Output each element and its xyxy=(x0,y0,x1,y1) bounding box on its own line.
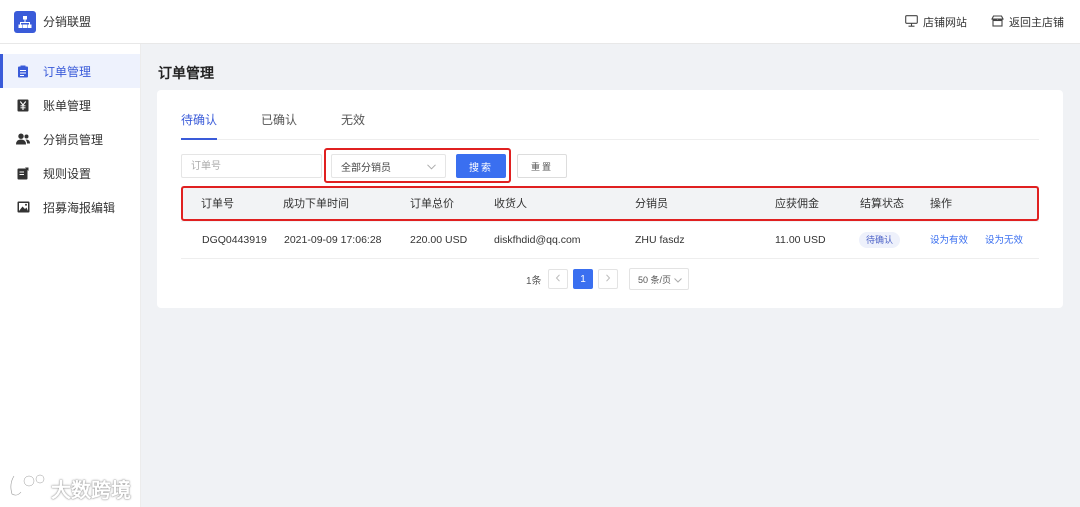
sidebar-item-label: 规则设置 xyxy=(43,166,92,181)
chevron-left-icon xyxy=(555,273,561,285)
watermark-text: 大数跨境 xyxy=(51,479,131,502)
watermark-logo-icon xyxy=(8,472,48,504)
store-icon xyxy=(991,14,1004,30)
page-size-value: 50 条/页 xyxy=(638,274,672,285)
sidebar-item-label: 招募海报编辑 xyxy=(43,200,116,215)
watermark: 大数跨境 xyxy=(8,472,131,504)
distributor-select-value: 全部分销员 xyxy=(341,162,391,174)
back-to-store-label: 返回主店铺 xyxy=(1009,17,1064,29)
sidebar-item-distributors[interactable]: 分销员管理 xyxy=(0,122,140,156)
tab-pending[interactable]: 待确认 xyxy=(181,90,218,140)
prev-page-button[interactable] xyxy=(548,269,568,289)
status-tabs: 待确认 已确认 无效 xyxy=(181,90,1039,140)
sidebar: 订单管理 账单管理 分销员管理 规则设置 招募海报编辑 xyxy=(0,44,141,507)
order-number-input[interactable] xyxy=(181,154,322,178)
set-valid-link[interactable]: 设为有效 xyxy=(930,235,968,246)
cell-total: 220.00 USD xyxy=(410,234,468,246)
store-site-label: 店铺网站 xyxy=(923,17,967,29)
set-invalid-link[interactable]: 设为无效 xyxy=(985,235,1023,246)
back-to-store-link[interactable]: 返回主店铺 xyxy=(991,14,1064,30)
cell-distributor: ZHU fasdz xyxy=(635,234,685,246)
search-button[interactable]: 搜索 xyxy=(456,154,506,178)
cell-receiver: diskfhdid@qq.com xyxy=(494,234,581,246)
sidebar-item-orders[interactable]: 订单管理 xyxy=(0,54,140,88)
orders-card: 待确认 已确认 无效 全部分销员 搜索 重置 订单号 成功下单时间 订单总价 收… xyxy=(157,90,1063,308)
cell-commission: 11.00 USD xyxy=(775,234,826,246)
distributor-select[interactable]: 全部分销员 xyxy=(331,154,446,178)
yen-icon xyxy=(16,98,30,112)
page-title: 订单管理 xyxy=(158,65,214,81)
table-header-highlight-box xyxy=(181,186,1039,221)
pagination: 1条 1 50 条/页 xyxy=(157,268,1063,292)
clipboard-icon xyxy=(16,64,30,78)
tab-invalid[interactable]: 无效 xyxy=(341,90,365,140)
cell-order-no: DGQ0443919 xyxy=(202,234,267,246)
cell-actions: 设为有效 设为无效 xyxy=(930,222,1023,259)
chevron-down-icon xyxy=(427,162,436,173)
page-size-select[interactable]: 50 条/页 xyxy=(629,268,689,290)
users-icon xyxy=(16,132,30,146)
document-edit-icon xyxy=(16,166,30,180)
chevron-right-icon xyxy=(605,273,611,285)
sidebar-item-label: 账单管理 xyxy=(43,98,92,113)
brand-name: 分销联盟 xyxy=(43,15,92,29)
sidebar-item-label: 分销员管理 xyxy=(43,132,104,147)
page-1-button[interactable]: 1 xyxy=(573,269,593,289)
sidebar-item-rules[interactable]: 规则设置 xyxy=(0,156,140,190)
cell-status: 待确认 xyxy=(859,222,901,259)
top-bar: 分销联盟 店铺网站 返回主店铺 xyxy=(0,0,1080,44)
pagination-total: 1条 xyxy=(526,276,542,287)
status-badge: 待确认 xyxy=(859,232,901,248)
chevron-down-icon xyxy=(674,275,682,285)
next-page-button[interactable] xyxy=(598,269,618,289)
reset-button[interactable]: 重置 xyxy=(517,154,567,178)
image-icon xyxy=(16,200,30,214)
sidebar-item-bills[interactable]: 账单管理 xyxy=(0,88,140,122)
store-site-link[interactable]: 店铺网站 xyxy=(905,14,967,30)
monitor-icon xyxy=(905,14,918,30)
cell-order-time: 2021-09-09 17:06:28 xyxy=(284,234,382,246)
logo-icon[interactable] xyxy=(14,10,36,33)
tab-confirmed[interactable]: 已确认 xyxy=(261,90,297,140)
sidebar-item-label: 订单管理 xyxy=(43,64,92,79)
table-row: DGQ0443919 2021-09-09 17:06:28 220.00 US… xyxy=(181,222,1039,259)
sidebar-item-poster[interactable]: 招募海报编辑 xyxy=(0,190,140,224)
